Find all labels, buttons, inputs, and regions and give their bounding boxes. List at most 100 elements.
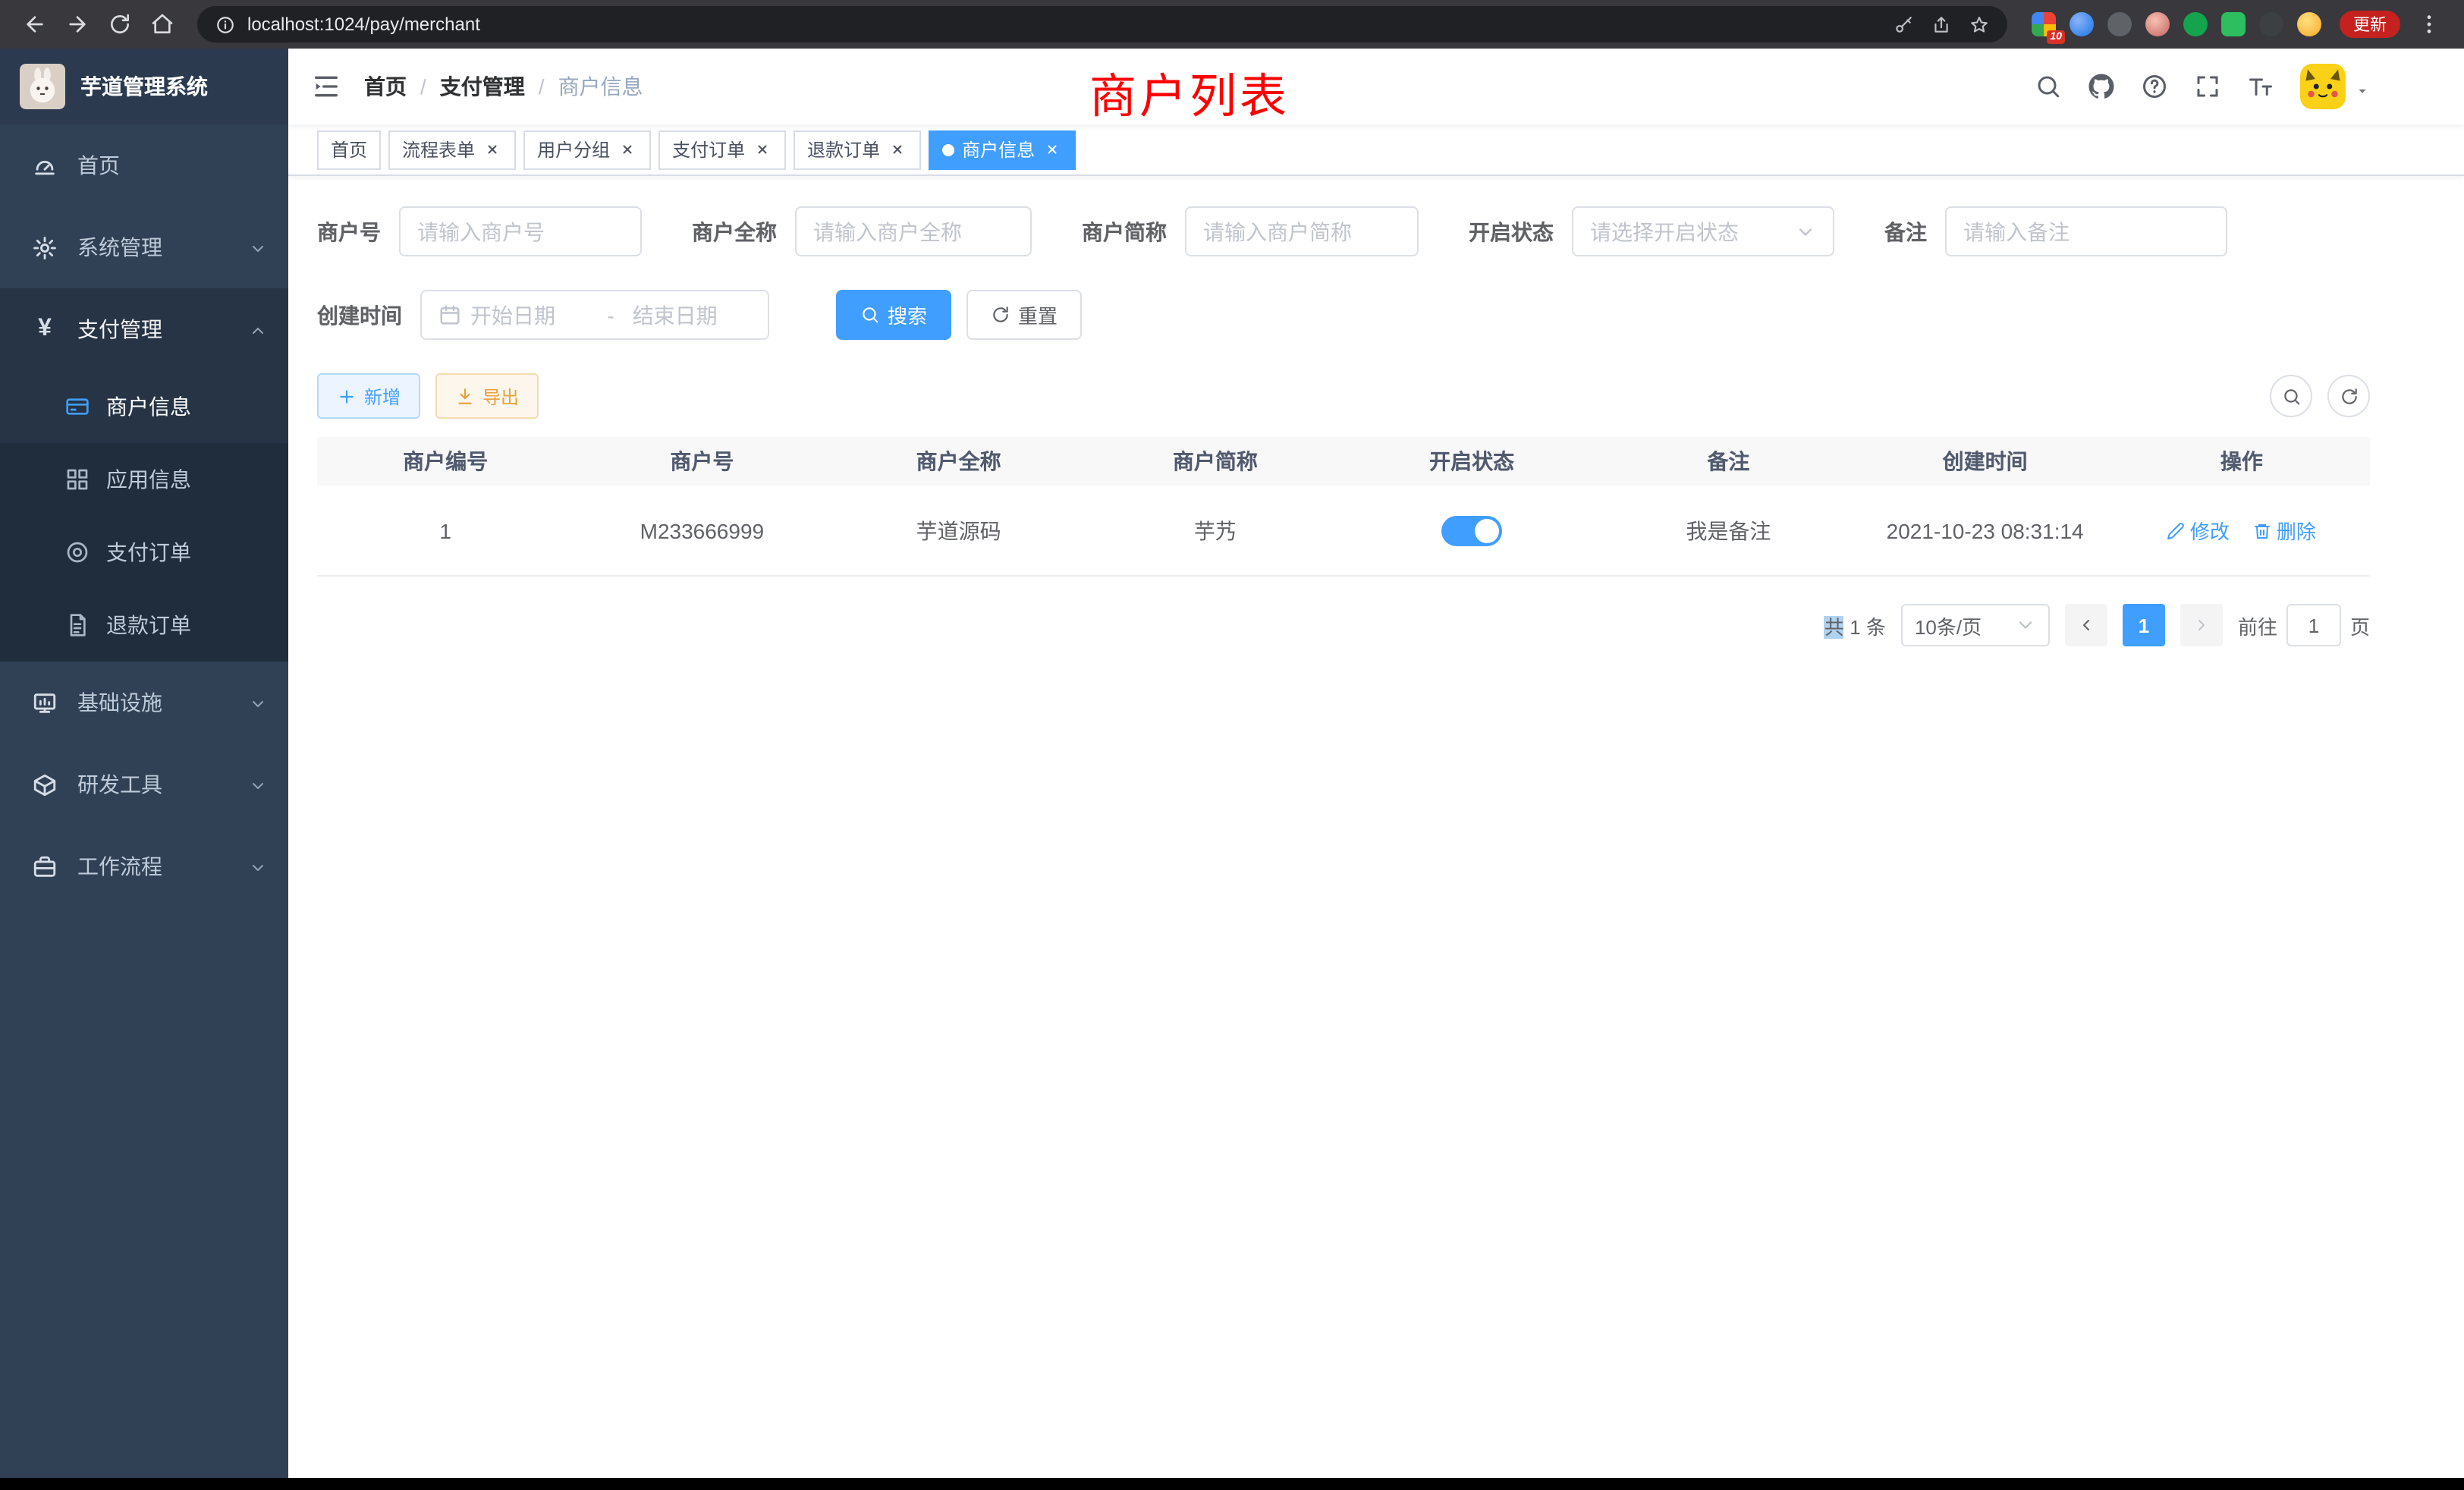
- sidebar-item-payment-management[interactable]: 支付管理: [0, 288, 288, 370]
- pagination-total: 共 1 条: [1824, 611, 1886, 640]
- next-page-button[interactable]: [2180, 604, 2223, 646]
- extension-icon[interactable]: [2297, 12, 2321, 36]
- chevron-down-icon: [249, 775, 267, 794]
- sidebar-item-label: 支付订单: [106, 537, 288, 567]
- total-count: 1: [1850, 615, 1860, 638]
- sidebar-item-dev-tools[interactable]: 研发工具: [0, 743, 288, 825]
- breadcrumb-payment[interactable]: 支付管理: [440, 71, 525, 102]
- page-number-button[interactable]: 1: [2123, 604, 2165, 646]
- edit-button[interactable]: 修改: [2167, 516, 2230, 545]
- help-icon[interactable]: [2141, 73, 2168, 100]
- tab-merchant-info[interactable]: 商户信息: [929, 130, 1076, 169]
- page-content: 商户号 商户全称 商户简称 开启状态 请选择开启状态: [288, 176, 2464, 677]
- close-icon[interactable]: [618, 140, 637, 159]
- sidebar-item-label: 退款订单: [106, 610, 288, 640]
- chevron-up-icon: [249, 320, 267, 338]
- browser-menu-icon[interactable]: [2409, 5, 2449, 44]
- calendar-icon: [438, 303, 461, 326]
- refresh-icon: [991, 305, 1010, 325]
- search-icon[interactable]: [2035, 73, 2062, 100]
- extension-icon[interactable]: [2107, 12, 2132, 36]
- avatar: [2300, 64, 2346, 109]
- tab-refund-order[interactable]: 退款订单: [794, 130, 921, 169]
- extensions-area: 10: [2022, 12, 2330, 36]
- page-size-select[interactable]: 10条/页: [1901, 604, 2050, 646]
- extension-icon[interactable]: [2221, 12, 2246, 36]
- sidebar-item-pay-order[interactable]: 支付订单: [0, 516, 288, 589]
- remark-label: 备注: [1884, 216, 1945, 247]
- github-icon[interactable]: [2088, 73, 2115, 100]
- close-icon[interactable]: [1042, 140, 1062, 159]
- goto-page-input[interactable]: [2286, 604, 2341, 646]
- hamburger-icon[interactable]: [288, 49, 364, 124]
- toggle-search-button[interactable]: [2270, 375, 2312, 417]
- browser-back-icon[interactable]: [15, 5, 55, 44]
- export-button[interactable]: 导出: [435, 373, 539, 419]
- extension-icon[interactable]: 10: [2032, 12, 2056, 36]
- delete-button[interactable]: 删除: [2254, 516, 2316, 545]
- password-key-icon[interactable]: [1894, 14, 1913, 34]
- short-name-input[interactable]: [1203, 219, 1400, 244]
- grid-icon: [65, 467, 90, 492]
- status-toggle[interactable]: [1441, 515, 1502, 545]
- extension-icon[interactable]: [2070, 12, 2094, 36]
- full-name-input[interactable]: [813, 219, 1014, 244]
- tab-pay-order[interactable]: 支付订单: [658, 130, 786, 169]
- tab-process-form[interactable]: 流程表单: [388, 130, 516, 169]
- sidebar-item-app-info[interactable]: 应用信息: [0, 443, 288, 516]
- site-info-icon[interactable]: [215, 14, 235, 34]
- gear-icon: [32, 234, 58, 260]
- prev-page-button[interactable]: [2065, 604, 2107, 646]
- browser-refresh-icon[interactable]: [100, 5, 140, 44]
- fullscreen-icon[interactable]: [2194, 73, 2221, 100]
- merchant-no-input[interactable]: [417, 219, 624, 244]
- tab-user-group[interactable]: 用户分组: [523, 130, 651, 169]
- sidebar-item-infrastructure[interactable]: 基础设施: [0, 662, 288, 743]
- url-bar[interactable]: localhost:1024/pay/merchant: [197, 6, 2007, 42]
- close-icon[interactable]: [753, 140, 772, 159]
- browser-home-icon[interactable]: [143, 5, 182, 44]
- browser-update-button[interactable]: 更新: [2340, 11, 2400, 38]
- reset-button[interactable]: 重置: [966, 290, 1082, 340]
- close-icon[interactable]: [888, 140, 907, 159]
- column-header: 商户简称: [1087, 446, 1344, 476]
- browser-forward-icon[interactable]: [58, 5, 97, 44]
- sidebar-item-home[interactable]: 首页: [0, 124, 288, 206]
- close-icon[interactable]: [482, 140, 502, 159]
- chevron-down-icon: [249, 857, 267, 875]
- status-select[interactable]: 请选择开启状态: [1572, 206, 1834, 256]
- export-button-label: 导出: [482, 383, 519, 409]
- sidebar-item-workflow[interactable]: 工作流程: [0, 825, 288, 907]
- breadcrumb-separator: [539, 74, 545, 99]
- sidebar-item-label: 应用信息: [106, 464, 288, 495]
- download-icon: [455, 386, 475, 406]
- extension-icon[interactable]: [2145, 12, 2170, 36]
- main-area: 首页 支付管理 商户信息 商户列表: [288, 49, 2464, 1478]
- app-logo-bar[interactable]: 芋道管理系统: [0, 49, 288, 124]
- breadcrumb-home[interactable]: 首页: [364, 71, 407, 102]
- chevron-down-icon: [2015, 615, 2036, 636]
- full-name-label: 商户全称: [692, 216, 795, 247]
- add-button[interactable]: 新增: [317, 373, 420, 419]
- refresh-table-button[interactable]: [2327, 375, 2370, 417]
- tab-home[interactable]: 首页: [317, 130, 381, 169]
- share-icon[interactable]: [1931, 14, 1951, 34]
- payment-submenu: 商户信息 应用信息 支付订单 退款订单: [0, 370, 288, 662]
- delete-button-label: 删除: [2277, 516, 2316, 545]
- sidebar-item-merchant-info[interactable]: 商户信息: [0, 370, 288, 443]
- date-range-picker[interactable]: 开始日期 - 结束日期: [420, 290, 769, 340]
- bookmark-star-icon[interactable]: [1969, 14, 1989, 34]
- extension-badge: 10: [2047, 30, 2065, 44]
- sidebar-item-system-management[interactable]: 系统管理: [0, 206, 288, 288]
- cell-short-name: 芋艿: [1087, 515, 1344, 545]
- extension-icon[interactable]: [2183, 12, 2208, 36]
- dashboard-icon: [32, 152, 58, 178]
- user-menu[interactable]: [2300, 64, 2370, 109]
- extension-icon[interactable]: [2259, 12, 2283, 36]
- remark-input[interactable]: [1963, 219, 2209, 244]
- sidebar-item-refund-order[interactable]: 退款订单: [0, 589, 288, 662]
- font-size-icon[interactable]: [2247, 73, 2274, 100]
- column-header: 商户号: [574, 446, 830, 476]
- refresh-icon: [2339, 386, 2359, 406]
- search-button[interactable]: 搜索: [836, 290, 951, 340]
